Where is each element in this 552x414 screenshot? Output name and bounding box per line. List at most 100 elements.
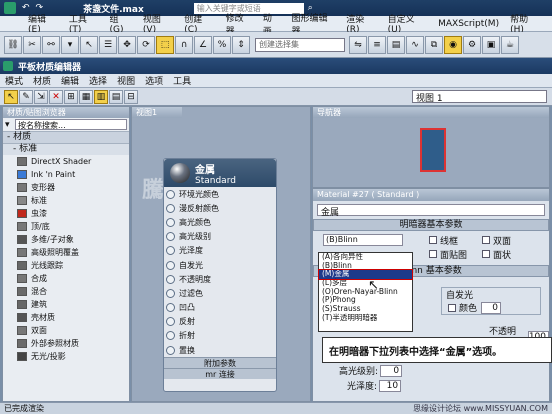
- extra-params-bar[interactable]: 附加参数: [164, 357, 276, 369]
- unlink-icon[interactable]: ✂: [23, 35, 41, 54]
- faceted-checkbox[interactable]: [482, 250, 490, 258]
- shader-dropdown[interactable]: (B)Blinn: [323, 234, 403, 246]
- node-input-slot[interactable]: 光泽度: [164, 244, 276, 258]
- specular-level-value[interactable]: 0: [380, 364, 403, 377]
- mr-connection-bar[interactable]: mr 连接: [164, 368, 276, 380]
- material-list-item[interactable]: 变形器: [3, 181, 129, 194]
- selection-set-dropdown[interactable]: 创建选择集: [255, 37, 345, 52]
- rotate-icon[interactable]: ⟳: [137, 35, 155, 54]
- align-icon[interactable]: ≡: [368, 35, 386, 54]
- node-input-slot[interactable]: 自发光: [164, 258, 276, 272]
- slot-socket-icon[interactable]: [166, 246, 175, 256]
- slot-socket-icon[interactable]: [166, 331, 175, 341]
- face-map-checkbox[interactable]: [429, 250, 437, 258]
- view-tab[interactable]: 视图1: [132, 107, 182, 118]
- slot-socket-icon[interactable]: [166, 232, 175, 242]
- shader-dropdown-list[interactable]: (A)各向异性 (B)Blinn (M)金属 (L)多层 (O)Oren-Nay…: [318, 252, 413, 332]
- select-tool-icon[interactable]: ↖: [4, 89, 18, 104]
- select-icon[interactable]: ↖: [80, 35, 98, 54]
- node-input-slot[interactable]: 过滤色: [164, 286, 276, 300]
- slate-menu-select[interactable]: 选择: [89, 74, 107, 87]
- material-list-item[interactable]: 壳材质: [3, 311, 129, 324]
- node-input-slot[interactable]: 折射: [164, 329, 276, 343]
- self-illum-color-checkbox[interactable]: [448, 303, 456, 312]
- node-header[interactable]: 金属 Standard: [164, 159, 276, 187]
- material-list-item[interactable]: 多维/子对象: [3, 233, 129, 246]
- slot-socket-icon[interactable]: [166, 317, 175, 327]
- move-icon[interactable]: ✥: [118, 35, 136, 54]
- material-name-field[interactable]: 金属: [317, 204, 545, 218]
- link-icon[interactable]: ⛓: [4, 35, 22, 54]
- slot-socket-icon[interactable]: [166, 303, 175, 313]
- assign-material-icon[interactable]: ⇲: [34, 89, 48, 104]
- node-input-slot[interactable]: 环境光颜色: [164, 187, 276, 201]
- material-list-item[interactable]: Ink 'n Paint: [3, 168, 129, 181]
- slot-socket-icon[interactable]: [166, 274, 175, 284]
- two-sided-checkbox[interactable]: [482, 236, 490, 244]
- node-input-slot[interactable]: 置换: [164, 343, 276, 357]
- layout-icon[interactable]: ▥: [94, 89, 108, 104]
- schematic-icon[interactable]: ⧉: [425, 35, 443, 54]
- node-input-slot[interactable]: 凹凸: [164, 301, 276, 315]
- self-illum-value[interactable]: 0: [481, 301, 502, 314]
- percent-snap-icon[interactable]: %: [213, 35, 231, 54]
- slot-socket-icon[interactable]: [166, 288, 175, 298]
- select-by-name-icon[interactable]: ☰: [99, 35, 117, 54]
- slot-socket-icon[interactable]: [166, 203, 175, 213]
- slate-menu-view[interactable]: 视图: [117, 74, 135, 87]
- angle-snap-icon[interactable]: ∠: [194, 35, 212, 54]
- material-list-item[interactable]: 高级照明覆盖: [3, 246, 129, 259]
- browser-options-icon[interactable]: ▾: [5, 120, 15, 130]
- slate-menu-edit[interactable]: 编辑: [61, 74, 79, 87]
- layer-icon[interactable]: ▤: [387, 35, 405, 54]
- render-frame-icon[interactable]: ▣: [482, 35, 500, 54]
- slate-menu-mode[interactable]: 模式: [5, 74, 23, 87]
- slot-socket-icon[interactable]: [166, 217, 175, 227]
- material-editor-icon[interactable]: ◉: [444, 35, 462, 54]
- material-list-item[interactable]: 建筑: [3, 298, 129, 311]
- navigator-viewport-rect[interactable]: [420, 128, 446, 172]
- show-map-icon[interactable]: ▦: [79, 89, 93, 104]
- hide-slots-icon[interactable]: ▤: [109, 89, 123, 104]
- slate-menu-options[interactable]: 选项: [145, 74, 163, 87]
- node-input-slot[interactable]: 高光颜色: [164, 215, 276, 229]
- material-list-item[interactable]: 标准: [3, 194, 129, 207]
- browser-search-input[interactable]: 按名称搜索...: [15, 119, 127, 130]
- mirror-icon[interactable]: ⇋: [349, 35, 367, 54]
- node-input-slot[interactable]: 漫反射颜色: [164, 201, 276, 215]
- delete-icon[interactable]: ✕: [49, 89, 63, 104]
- slate-menu-tools[interactable]: 工具: [173, 74, 191, 87]
- spinner-snap-icon[interactable]: ⇕: [232, 35, 250, 54]
- pick-material-icon[interactable]: ✎: [19, 89, 33, 104]
- view-dropdown[interactable]: 视图 1: [412, 90, 547, 104]
- slot-socket-icon[interactable]: [166, 189, 175, 199]
- render-icon[interactable]: ☕: [501, 35, 519, 54]
- material-list-item[interactable]: 双面: [3, 324, 129, 337]
- material-node[interactable]: 金属 Standard 环境光颜色 漫反射颜色 高光颜色 高光级别 光泽度 自发光 不透明度…: [163, 158, 277, 392]
- node-input-slot[interactable]: 反射: [164, 315, 276, 329]
- material-list-item[interactable]: 虫漆: [3, 207, 129, 220]
- move-children-icon[interactable]: ⊞: [64, 89, 78, 104]
- bind-icon[interactable]: ⚯: [42, 35, 60, 54]
- material-list-item[interactable]: 外部参照材质: [3, 337, 129, 350]
- category-materials[interactable]: - 材质: [3, 131, 129, 143]
- slot-socket-icon[interactable]: [166, 260, 175, 270]
- slate-menu-material[interactable]: 材质: [33, 74, 51, 87]
- menu-maxscript[interactable]: MAXScript(M): [438, 19, 499, 29]
- material-list-item[interactable]: 光线跟踪: [3, 259, 129, 272]
- material-list-item[interactable]: 无光/投影: [3, 350, 129, 363]
- app-logo-icon[interactable]: [4, 2, 16, 14]
- material-list-item[interactable]: 混合: [3, 285, 129, 298]
- shader-option[interactable]: (T)半透明明暗器: [319, 313, 412, 323]
- filter-icon[interactable]: ▾: [61, 35, 79, 54]
- wire-checkbox[interactable]: [429, 236, 437, 244]
- category-standard[interactable]: - 标准: [3, 143, 129, 155]
- material-list-item[interactable]: DirectX Shader: [3, 155, 129, 168]
- snap-icon[interactable]: ∩: [175, 35, 193, 54]
- slot-socket-icon[interactable]: [166, 345, 175, 355]
- glossiness-value[interactable]: 10: [379, 379, 402, 392]
- material-list-item[interactable]: 合成: [3, 272, 129, 285]
- tree-layout-icon[interactable]: ⊟: [124, 89, 138, 104]
- render-setup-icon[interactable]: ⚙: [463, 35, 481, 54]
- shader-basic-params-rollout[interactable]: 明暗器基本参数: [313, 219, 549, 231]
